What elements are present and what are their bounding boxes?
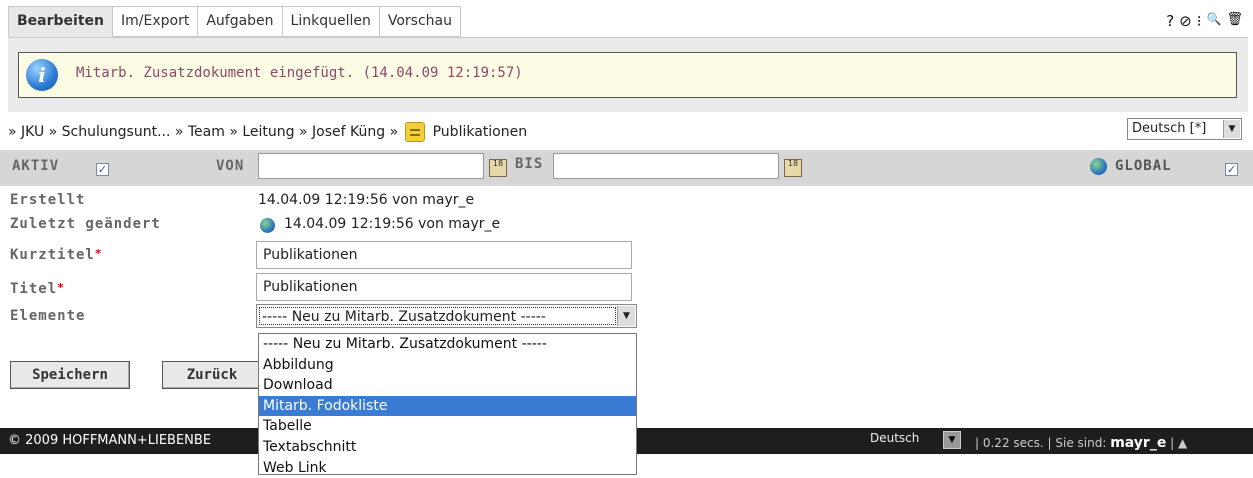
tree-icon[interactable]: ⁝ [1197, 12, 1204, 30]
footer-timing: | 0.22 secs. | Sie sind: [975, 436, 1107, 450]
kurztitel-label-text: Kurztitel [10, 247, 95, 263]
breadcrumb-jku[interactable]: » JKU [8, 124, 44, 140]
globe-icon-small [260, 218, 275, 233]
aktiv-checkbox[interactable]: ✓ [96, 163, 109, 176]
erstellt-label: Erstellt [10, 192, 86, 208]
chevron-down-icon[interactable]: ▼ [1223, 120, 1240, 138]
globe-icon [1090, 158, 1107, 175]
bis-date-input[interactable] [553, 153, 779, 179]
save-button[interactable]: Speichern [10, 361, 130, 389]
toolbar-icons: ? ⊘ ⁝ 🔍 🗑 [1166, 12, 1245, 30]
breadcrumb: » JKU » Schulungsunt... » Team » Leitung… [8, 122, 527, 142]
tab-aufgaben[interactable]: Aufgaben [198, 6, 283, 37]
help-icon[interactable]: ? [1166, 12, 1176, 30]
elemente-select-value: ----- Neu zu Mitarb. Zusatzdokument ----… [259, 307, 616, 325]
bis-label: BIS [515, 156, 544, 172]
zuletzt-geaendert-label: Zuletzt geändert [10, 216, 161, 232]
chevron-down-icon[interactable]: ▼ [943, 431, 961, 449]
tab-im-export[interactable]: Im/Export [113, 6, 199, 37]
tab-linkquellen[interactable]: Linkquellen [282, 6, 380, 37]
titel-label-text: Titel [10, 281, 58, 297]
footer-user[interactable]: mayr_e [1110, 435, 1166, 451]
titel-input[interactable]: Publikationen [256, 273, 632, 301]
tab-bearbeiten[interactable]: Bearbeiten [8, 6, 113, 37]
breadcrumb-current: Publikationen [432, 124, 528, 140]
global-label: GLOBAL [1115, 158, 1172, 174]
aktiv-label: AKTIV [12, 158, 60, 174]
dropdown-option[interactable]: Download [259, 375, 636, 396]
footer-language-select[interactable]: Deutsch ▼ [870, 431, 970, 449]
search-icon[interactable]: 🔍 [1207, 12, 1224, 30]
trash-icon[interactable]: 🗑 [1226, 12, 1245, 30]
elemente-select[interactable]: ----- Neu zu Mitarb. Zusatzdokument ----… [256, 304, 637, 328]
breadcrumb-team[interactable]: » Team [175, 124, 225, 140]
breadcrumb-schulungsunt[interactable]: » Schulungsunt... [49, 124, 171, 140]
footer-scroll-top[interactable]: | ▲ [1170, 436, 1187, 450]
tab-vorschau[interactable]: Vorschau [379, 6, 461, 37]
language-select-value: Deutsch [*] [1132, 121, 1207, 136]
titel-label: Titel* [10, 281, 65, 297]
dropdown-option[interactable]: Textabschnitt [259, 437, 636, 458]
document-icon [404, 122, 425, 142]
elemente-dropdown-list: ----- Neu zu Mitarb. Zusatzdokument ----… [258, 333, 637, 476]
dropdown-option[interactable]: Tabelle [259, 416, 636, 437]
dropdown-option[interactable]: ----- Neu zu Mitarb. Zusatzdokument ----… [259, 334, 636, 355]
calendar-icon-bis[interactable]: 18 [784, 159, 802, 177]
elemente-label: Elemente [10, 308, 86, 324]
breadcrumb-separator: » [389, 124, 399, 140]
language-select[interactable]: Deutsch [*] ▼ [1127, 118, 1242, 140]
kurztitel-label: Kurztitel* [10, 247, 102, 263]
required-marker: * [94, 247, 103, 260]
von-label: VON [216, 158, 245, 174]
chevron-down-icon[interactable]: ▼ [617, 306, 635, 326]
breadcrumb-leitung[interactable]: » Leitung [229, 124, 294, 140]
message-text: Mitarb. Zusatzdokument eingefügt. (14.04… [76, 65, 523, 81]
tab-bar: Bearbeiten Im/Export Aufgaben Linkquelle… [8, 6, 461, 37]
back-button[interactable]: Zurück [162, 361, 262, 389]
erstellt-value: 14.04.09 12:19:56 von mayr_e [258, 192, 475, 208]
calendar-icon-von[interactable]: 18 [489, 159, 507, 177]
kurztitel-input[interactable]: Publikationen [256, 241, 632, 269]
disable-icon[interactable]: ⊘ [1179, 12, 1194, 30]
footer-copyright: © 2009 HOFFMANN+LIEBENBE [8, 433, 212, 448]
info-icon: i [26, 59, 58, 91]
footer-status: | 0.22 secs. | Sie sind: mayr_e | ▲ [975, 435, 1187, 451]
global-checkbox[interactable]: ✓ [1225, 163, 1238, 176]
zuletzt-geaendert-value: 14.04.09 12:19:56 von mayr_e [284, 216, 501, 232]
breadcrumb-josef-kueng[interactable]: » Josef Küng [299, 124, 385, 140]
von-date-input[interactable] [258, 153, 484, 179]
required-marker: * [57, 281, 65, 294]
footer-language-value: Deutsch [870, 431, 920, 445]
dropdown-option-highlighted[interactable]: Mitarb. Fodokliste [259, 395, 636, 417]
dropdown-option[interactable]: Abbildung [259, 355, 636, 376]
